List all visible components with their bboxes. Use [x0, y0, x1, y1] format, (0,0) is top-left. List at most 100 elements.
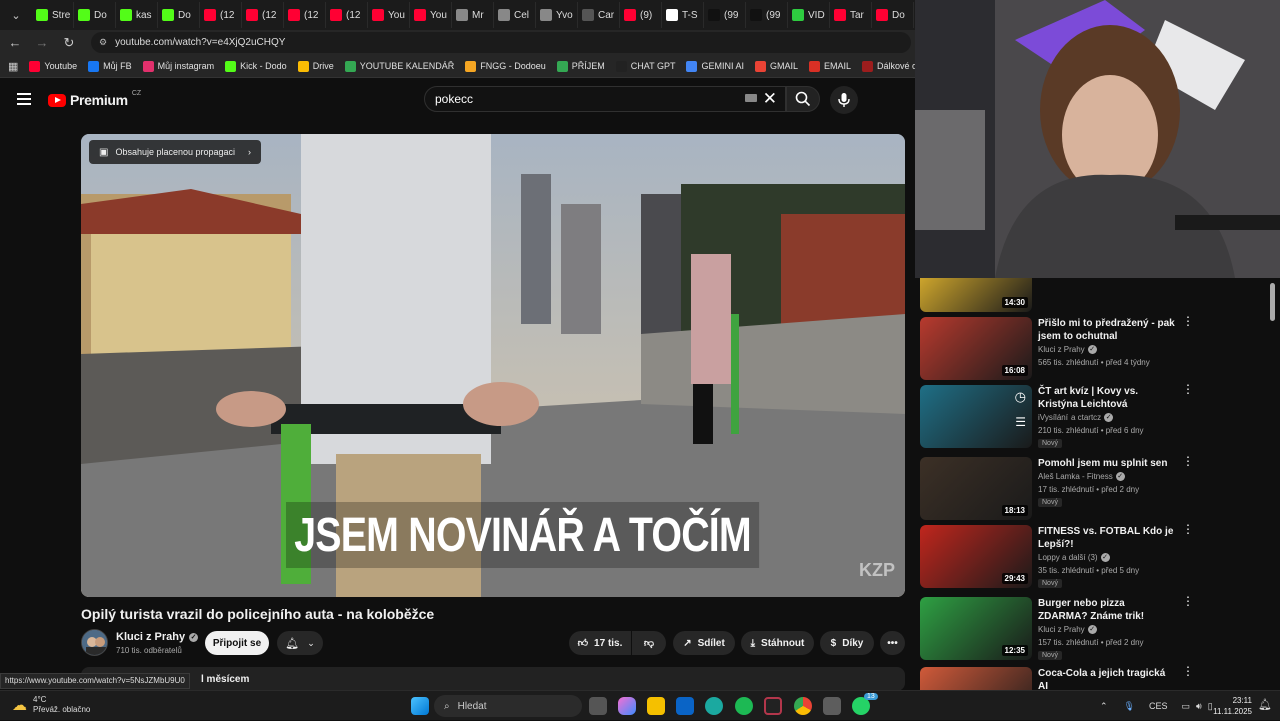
video-title[interactable]: Přišlo mi to předražený - pak jsem to oc… — [1038, 317, 1176, 343]
clock[interactable]: 23:11 11.11.2025 — [1208, 695, 1252, 717]
file-explorer-icon[interactable] — [647, 697, 665, 715]
download-button[interactable]: ⤓ Stáhnout — [741, 631, 814, 655]
bookmark-item[interactable]: Kick - Dodo — [225, 60, 287, 72]
video-thumbnail[interactable]: ◷ ☰ — [920, 385, 1032, 448]
bookmark-item[interactable]: PŘÍJEM — [556, 60, 605, 72]
terminal-icon[interactable] — [764, 697, 782, 715]
more-vert-icon[interactable]: ⋮ — [1182, 665, 1194, 677]
video-thumbnail[interactable] — [920, 667, 1032, 690]
recommendation-item[interactable]: ◷ ☰ ČT art kvíz | Kovy vs. Kristýna Leicht… — [920, 383, 1270, 449]
edge-icon[interactable] — [705, 697, 723, 715]
video-thumbnail[interactable]: 12:35 — [920, 597, 1032, 660]
apps-grid-icon[interactable]: ▦ — [8, 60, 18, 73]
browser-tab[interactable]: You — [368, 2, 410, 28]
recommendation-item[interactable]: Coca-Cola a jejich tragická AI ⋮ — [920, 665, 1270, 690]
share-button[interactable]: ↗ Sdílet — [673, 631, 735, 655]
clear-icon[interactable]: ✕ — [763, 89, 777, 109]
menu-icon[interactable] — [17, 93, 31, 105]
language-indicator[interactable]: CES — [1149, 701, 1168, 711]
browser-tab[interactable]: You — [410, 2, 452, 28]
more-actions-button[interactable]: ••• — [880, 631, 905, 655]
more-vert-icon[interactable]: ⋮ — [1182, 455, 1194, 467]
volume-icon[interactable]: 🔊︎ — [1196, 701, 1202, 712]
browser-tab[interactable]: VID — [788, 2, 830, 28]
bookmark-item[interactable]: Youtube — [29, 60, 77, 72]
browser-tab[interactable]: Tar — [830, 2, 872, 28]
more-vert-icon[interactable]: ⋮ — [1182, 595, 1194, 607]
video-title[interactable]: Pomohl jsem mu splnit sen — [1038, 457, 1176, 470]
browser-tab[interactable]: kas — [116, 2, 158, 28]
bookmark-item[interactable]: Dálkové ovládání M... — [862, 60, 915, 72]
more-vert-icon[interactable]: ⋮ — [1182, 523, 1194, 535]
copilot-icon[interactable] — [618, 697, 636, 715]
back-icon[interactable]: ← — [3, 35, 27, 50]
browser-tab[interactable]: Mr — [452, 2, 494, 28]
browser-tab[interactable]: Do — [74, 2, 116, 28]
browser-tab[interactable]: Do — [872, 2, 914, 28]
bookmark-item[interactable]: GEMINI AI — [686, 60, 744, 72]
calculator-icon[interactable] — [823, 697, 841, 715]
search-input[interactable]: pokecc ✕ — [424, 86, 786, 112]
like-button[interactable]: 👍︎ 17 tis. — [569, 631, 631, 655]
bookmark-item[interactable]: CHAT GPT — [615, 60, 675, 72]
voice-search-button[interactable] — [830, 86, 858, 114]
join-button[interactable]: Připojit se — [205, 631, 269, 655]
browser-tab[interactable]: (12 — [326, 2, 368, 28]
bookmark-item[interactable]: Můj FB — [88, 60, 132, 72]
browser-tab[interactable]: (9) — [620, 2, 662, 28]
mic-tray-icon[interactable]: 🎙︎ — [1124, 701, 1135, 712]
recommendation-item[interactable]: 29:43 FITNESS vs. FOTBAL Kdo je Lepší?! Lo… — [920, 523, 1270, 589]
site-info-icon[interactable]: ⚙ — [99, 37, 107, 48]
bookmark-item[interactable]: Můj instagram — [142, 60, 214, 72]
video-thumbnail[interactable]: 14:30 — [920, 278, 1032, 312]
more-vert-icon[interactable]: ⋮ — [1182, 383, 1194, 395]
browser-tab[interactable]: (99 — [746, 2, 788, 28]
browser-tab[interactable]: (12 — [284, 2, 326, 28]
browser-tab[interactable]: Stre — [32, 2, 74, 28]
add-to-queue-icon[interactable]: ☰ — [1015, 415, 1026, 429]
video-title[interactable]: ČT art kvíz | Kovy vs. Kristýna Leichtov… — [1038, 385, 1176, 411]
browser-tab[interactable]: T-S — [662, 2, 704, 28]
youtube-logo[interactable]: Premium CZ — [48, 90, 141, 108]
outlook-icon[interactable] — [676, 697, 694, 715]
browser-tab[interactable]: (12 — [200, 2, 242, 28]
channel-watermark[interactable]: KZP — [859, 560, 895, 581]
recommendation-item[interactable]: 14:30Vitek✓100 tis. zhlédnutí • před 1 d… — [920, 278, 1270, 313]
paid-promotion-badge[interactable]: ▣ Obsahuje placenou propagaci › — [89, 140, 262, 164]
browser-tab[interactable]: Cel — [494, 2, 536, 28]
reload-icon[interactable]: ↻ — [57, 35, 81, 51]
video-thumbnail[interactable]: 16:08 — [920, 317, 1032, 380]
url-field[interactable]: ⚙ youtube.com/watch?v=e4XjQ2uCHQY — [91, 32, 911, 53]
browser-tab[interactable]: Do — [158, 2, 200, 28]
channel-name[interactable]: Loppy a další (3) ✓ — [1038, 553, 1110, 562]
weather-widget[interactable]: ☁ 4°C Převáž. oblačno — [12, 695, 90, 715]
channel-name[interactable]: iVysílání a ctartcz ✓ — [1038, 413, 1114, 422]
channel-avatar[interactable] — [81, 629, 108, 656]
search-button[interactable] — [786, 86, 820, 112]
notification-bell-icon[interactable]: 🔔︎ — [1258, 698, 1272, 711]
channel-name[interactable]: Kluci z Prahy ✓ — [116, 631, 199, 643]
recommendation-item[interactable]: 18:13 Pomohl jsem mu splnit sen Aleš Lamka… — [920, 455, 1270, 521]
task-view-icon[interactable] — [589, 697, 607, 715]
video-title[interactable]: FITNESS vs. FOTBAL Kdo je Lepší?! — [1038, 525, 1176, 551]
video-thumbnail[interactable]: 29:43 — [920, 525, 1032, 588]
browser-tab[interactable]: Car — [578, 2, 620, 28]
windows-start-icon[interactable] — [411, 697, 429, 715]
channel-name[interactable]: Kluci z Prahy ✓ — [1038, 625, 1097, 634]
description-box[interactable]: l měsícem — [81, 667, 905, 691]
bookmark-item[interactable]: GMAIL — [754, 60, 798, 72]
dislike-button[interactable]: 👎︎ — [632, 631, 666, 655]
video-title[interactable]: Coca-Cola a jejich tragická AI — [1038, 667, 1176, 690]
browser-tab[interactable]: (99 — [704, 2, 746, 28]
browser-tab[interactable]: (12 — [242, 2, 284, 28]
keyboard-icon[interactable] — [745, 94, 757, 102]
video-player[interactable]: ▣ Obsahuje placenou propagaci › JSEM NOV… — [81, 134, 905, 597]
watch-later-icon[interactable]: ◷ — [1015, 389, 1026, 405]
bookmark-item[interactable]: EMAIL — [809, 60, 851, 72]
video-thumbnail[interactable]: 18:13 — [920, 457, 1032, 520]
more-vert-icon[interactable]: ⋮ — [1182, 315, 1194, 327]
taskbar-search[interactable]: ⌕ Hledat — [434, 695, 582, 717]
network-icon[interactable]: ▭ — [1182, 701, 1191, 712]
channel-name[interactable]: Kluci z Prahy ✓ — [1038, 345, 1097, 354]
spotify-icon[interactable] — [735, 697, 753, 715]
